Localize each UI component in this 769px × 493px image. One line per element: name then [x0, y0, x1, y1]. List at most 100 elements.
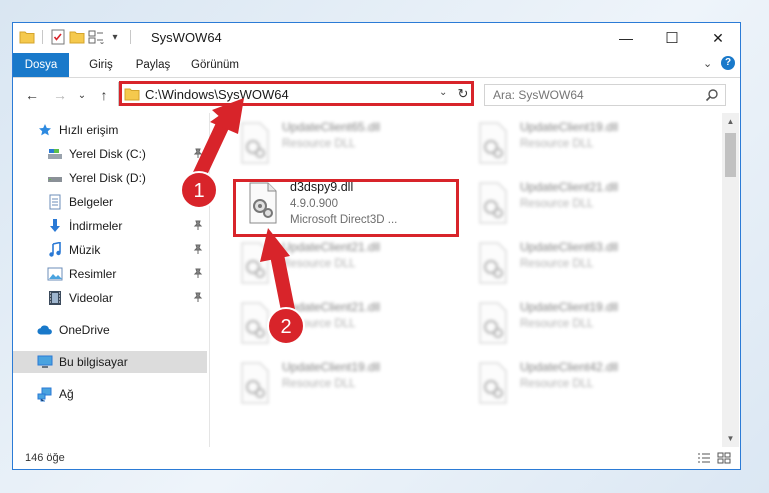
window-title: SysWOW64: [151, 30, 222, 45]
dll-file-icon: [241, 242, 269, 284]
recent-locations-button[interactable]: ⌄: [73, 86, 91, 104]
file-version: 4.9.0.900: [290, 198, 338, 210]
new-folder-icon[interactable]: [69, 29, 85, 45]
address-bar[interactable]: C:\Windows\SysWOW64 ⌄: [118, 82, 474, 106]
sidebar-item-label: Hızlı erişim: [59, 123, 119, 137]
sidebar-item-downloads[interactable]: İndirmeler: [13, 215, 207, 237]
file-name: UpdateClient63.dll: [520, 240, 619, 254]
dll-file-icon: [479, 362, 507, 404]
sidebar-item-label: Resimler: [69, 267, 117, 281]
sidebar-item-label: Ağ: [59, 387, 74, 401]
cloud-icon: [37, 322, 53, 338]
large-icons-view-icon[interactable]: [716, 451, 732, 465]
title-bar: ▾ SysWOW64 — ☐ ✕: [13, 23, 740, 53]
tab-view[interactable]: Görünüm: [183, 53, 247, 77]
file-tile[interactable]: UpdateClient21.dll Resource DLL: [228, 233, 458, 291]
file-description: Resource DLL: [520, 198, 594, 210]
vertical-scrollbar[interactable]: ▲ ▼: [722, 113, 739, 447]
download-icon: [47, 218, 63, 234]
file-name: d3dspy9.dll: [290, 180, 354, 194]
file-name: UpdateClient19.dll: [520, 300, 619, 314]
sidebar-item-network[interactable]: Ağ: [13, 383, 207, 405]
sidebar-item-local-disk-d[interactable]: Yerel Disk (D:): [13, 167, 207, 189]
tab-file[interactable]: Dosya: [13, 53, 69, 77]
sidebar-item-onedrive[interactable]: OneDrive: [13, 319, 207, 341]
address-dropdown-icon[interactable]: ⌄: [439, 87, 447, 98]
maximize-button[interactable]: ☐: [649, 23, 695, 53]
toolbar-divider: [42, 30, 43, 44]
file-list: UpdateClient65.dll Resource DLL UpdateCl…: [210, 113, 722, 447]
file-description: Resource DLL: [520, 138, 594, 150]
chevron-down-icon[interactable]: ▾: [107, 29, 123, 45]
sidebar-item-this-pc[interactable]: Bu bilgisayar: [13, 351, 207, 373]
folder-icon[interactable]: [19, 29, 35, 45]
dll-file-icon: [241, 362, 269, 404]
back-button[interactable]: ←: [23, 86, 41, 104]
toolbar-divider: [130, 30, 131, 44]
navigation-pane: Hızlı erişim Yerel Disk (C:) Yerel Disk …: [13, 113, 209, 447]
file-tile[interactable]: UpdateClient42.dll Resource DLL: [466, 353, 696, 411]
sidebar-item-local-disk-c[interactable]: Yerel Disk (C:): [13, 143, 207, 165]
pin-icon: [193, 148, 203, 161]
sidebar-item-label: İndirmeler: [69, 219, 123, 233]
scroll-up-icon[interactable]: ▲: [722, 113, 739, 130]
file-description: Resource DLL: [282, 258, 356, 270]
file-name: UpdateClient65.dll: [282, 120, 381, 134]
file-tile[interactable]: UpdateClient21.dll Resource DLL: [228, 293, 458, 351]
sidebar-item-music[interactable]: Müzik: [13, 239, 207, 261]
tab-share[interactable]: Paylaş: [125, 53, 181, 77]
minimize-button[interactable]: —: [603, 23, 649, 53]
scroll-down-icon[interactable]: ▼: [722, 430, 739, 447]
explorer-window: ▾ SysWOW64 — ☐ ✕ Dosya Giriş Paylaş Görü…: [12, 22, 741, 470]
file-name: UpdateClient21.dll: [520, 180, 619, 194]
sidebar-item-quick-access[interactable]: Hızlı erişim: [13, 119, 207, 141]
file-tile[interactable]: UpdateClient63.dll Resource DLL: [466, 233, 696, 291]
star-icon: [37, 122, 53, 138]
file-description: Microsoft Direct3D ...: [290, 214, 398, 226]
tab-home[interactable]: Giriş: [77, 53, 125, 77]
pin-icon: [193, 196, 203, 209]
customize-icon[interactable]: [88, 29, 104, 45]
address-path[interactable]: C:\Windows\SysWOW64: [145, 87, 289, 102]
details-view-icon[interactable]: [696, 451, 712, 465]
dll-file-icon: [249, 182, 277, 224]
close-button[interactable]: ✕: [695, 23, 740, 53]
properties-icon[interactable]: [50, 29, 66, 45]
sidebar-item-videos[interactable]: Videolar: [13, 287, 207, 309]
refresh-button[interactable]: ↻: [453, 82, 473, 106]
videos-icon: [47, 290, 63, 306]
sidebar-item-label: Yerel Disk (C:): [69, 147, 146, 161]
dll-file-icon: [479, 242, 507, 284]
file-tile[interactable]: UpdateClient19.dll Resource DLL: [466, 293, 696, 351]
sidebar-item-pictures[interactable]: Resimler: [13, 263, 207, 285]
file-name: UpdateClient19.dll: [282, 360, 381, 374]
pin-icon: [193, 292, 203, 305]
file-name: UpdateClient19.dll: [520, 120, 619, 134]
file-tile[interactable]: UpdateClient65.dll Resource DLL: [228, 113, 458, 171]
drive-icon: [47, 170, 63, 186]
help-button[interactable]: ?: [721, 56, 735, 70]
forward-button[interactable]: →: [51, 86, 69, 104]
file-tile[interactable]: UpdateClient19.dll Resource DLL: [228, 353, 458, 411]
file-name: UpdateClient42.dll: [520, 360, 619, 374]
dll-file-icon: [479, 182, 507, 224]
file-tile-d3dspy9[interactable]: d3dspy9.dll 4.9.0.900 Microsoft Direct3D…: [236, 175, 466, 233]
sidebar-item-label: Yerel Disk (D:): [69, 171, 146, 185]
navigation-bar: ← → ⌄ ↑ C:\Windows\SysWOW64 ⌄ ↻: [13, 78, 740, 112]
file-tile[interactable]: UpdateClient19.dll Resource DLL: [466, 113, 696, 171]
search-input[interactable]: [493, 88, 693, 102]
pictures-icon: [47, 266, 63, 282]
up-button[interactable]: ↑: [95, 86, 113, 104]
drive-icon: [47, 146, 63, 162]
dll-file-icon: [479, 302, 507, 344]
sidebar-item-label: Müzik: [69, 243, 101, 257]
file-tile[interactable]: UpdateClient21.dll Resource DLL: [466, 173, 696, 231]
sidebar-item-documents[interactable]: Belgeler: [13, 191, 207, 213]
item-count: 146 öğe: [25, 452, 65, 464]
computer-icon: [37, 354, 53, 370]
search-box[interactable]: [484, 84, 726, 106]
ribbon-collapse-button[interactable]: ⌄: [703, 57, 712, 70]
status-bar: 146 öğe: [13, 447, 740, 469]
pin-icon: [193, 244, 203, 257]
scroll-thumb[interactable]: [725, 133, 736, 177]
